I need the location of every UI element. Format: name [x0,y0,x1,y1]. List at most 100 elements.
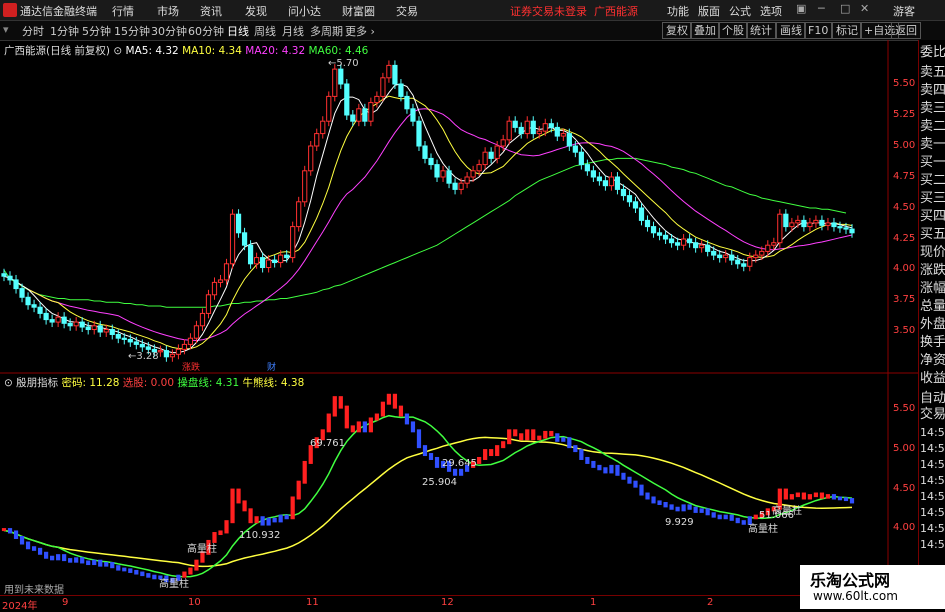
btn-fuquan[interactable]: 复权 [662,22,692,39]
candle-body [614,176,621,190]
indicator-bar [693,506,698,513]
indicator-bar [110,562,115,569]
candle-body [554,126,560,137]
btn-f10[interactable]: F10 [804,22,833,39]
indicator-bar [585,456,590,464]
legend-ma20: MA20: 4.32 [245,45,306,57]
legend-ma10: MA10: 4.34 [182,45,242,57]
login-notice: 证券交易未登录 广西能源 [510,5,638,18]
indicator-bar [386,393,392,405]
period-multi[interactable]: 多周期 [310,23,343,39]
menu-wenxiaoda[interactable]: 问小达 [288,3,321,19]
menu-xuanxiang[interactable]: 选项 [760,3,782,19]
candle-body [169,353,176,358]
btn-fanhui[interactable]: 返回 [891,22,921,39]
candle-body [602,180,609,187]
menu-jiaoyi[interactable]: 交易 [396,3,418,19]
indicator-bar [74,557,79,563]
btn-huaxian[interactable]: 画线 [776,22,806,39]
rp-sell1: 卖一 [920,137,945,152]
legend-caopan: 操盘线: 4.31 [177,377,240,389]
candle-body [440,170,446,178]
indicator-bar [7,528,13,534]
period-15min[interactable]: 15分钟 [114,23,150,39]
candle-body [428,157,434,166]
rp-zhangdie: 涨跌 [920,263,945,278]
period-5min[interactable]: 5分钟 [82,23,111,39]
indicator-bar [50,555,55,561]
btn-tongji[interactable]: 统计 [746,22,776,39]
btn-diejia[interactable]: 叠加 [690,22,720,39]
indicator-bar [344,405,349,429]
indicator-bar [188,567,193,575]
indicator-bar [37,547,43,555]
rp-zidong[interactable]: 自动 [920,392,945,406]
candle-body [674,242,681,246]
candle-body [458,182,464,190]
btn-gegu[interactable]: 个股 [718,22,748,39]
period-fenshi[interactable]: 分时 [22,23,44,39]
indicator-toggle-icon[interactable]: ⊙ [4,377,13,389]
candle-body [488,151,494,159]
indicator-bar [651,496,656,504]
menu-gongneng[interactable]: 功能 [667,3,689,19]
menu-banmian[interactable]: 版面 [698,3,720,19]
event-mark-blue[interactable]: 财 [267,360,276,373]
ma20-line [3,108,853,342]
candle-body [326,95,332,122]
indicator-bar [711,512,716,518]
menu-shichang[interactable]: 市场 [157,3,179,19]
maximize-icon[interactable]: □ [840,2,850,15]
candle-body [368,102,374,122]
indicator-bar [615,464,620,476]
period-day[interactable]: 日线 [227,23,249,39]
rp-jingzi: 净资 [920,353,945,368]
indicator-bar [380,401,385,417]
indicator-bar [116,565,121,571]
indicator-bar [741,520,746,525]
candle-body [783,213,789,228]
period-toolbar: ▾ 分时 1分钟 5分钟 15分钟 30分钟 60分钟 日线 周线 月线 多周期… [0,21,945,41]
candle-body [735,259,741,265]
candle-body [374,95,380,104]
candle-body [452,182,458,190]
period-more[interactable]: 更多 › [345,23,375,39]
indicator-bar [140,571,145,577]
indicator-bar [43,551,49,559]
menu-caifuquan[interactable]: 财富圈 [342,3,375,19]
rp-buy1: 买一 [920,155,945,170]
candle-body [253,257,260,265]
date-dec: 12 [441,597,454,608]
indicator-bar [597,464,602,471]
period-60min[interactable]: 60分钟 [188,23,224,39]
candle-body [338,68,344,85]
stock-dropdown-icon[interactable]: ▾ [3,23,9,36]
event-mark-red[interactable]: 涨跌 [182,360,200,373]
period-month[interactable]: 月线 [282,23,304,39]
btn-biaoji[interactable]: 标记 [832,22,862,39]
candle-body [548,123,554,128]
indicator-bar [519,433,524,441]
rp-jiaoyi[interactable]: 交易 [920,408,945,422]
candle-body [693,242,699,249]
menu-hangqing[interactable]: 行情 [112,3,134,19]
price-tick-525: 5.25 [893,109,916,120]
period-30min[interactable]: 30分钟 [151,23,187,39]
indicator-bar [495,445,500,457]
menu-gongshi[interactable]: 公式 [729,3,751,19]
close-icon[interactable]: ✕ [860,2,869,15]
period-week[interactable]: 周线 [254,23,276,39]
indicator-bar [783,488,788,500]
candle-body [37,306,43,314]
skin-icon[interactable]: ▣ [796,2,806,15]
minimize-icon[interactable]: ─ [818,2,825,15]
indicator-bar [843,497,849,502]
menu-faxian[interactable]: 发现 [245,3,267,19]
legend-toggle-icon[interactable]: ⊙ [113,45,122,57]
guest-user[interactable]: 游客 [893,3,915,19]
menu-zixun[interactable]: 资讯 [200,3,222,19]
date-sep: 9 [62,597,69,608]
indicator-bar [561,437,566,442]
chart-area[interactable]: 广西能源(日线 前复权) ⊙ MA5: 4.32 MA10: 4.34 MA20… [0,40,918,596]
period-1min[interactable]: 1分钟 [50,23,79,39]
